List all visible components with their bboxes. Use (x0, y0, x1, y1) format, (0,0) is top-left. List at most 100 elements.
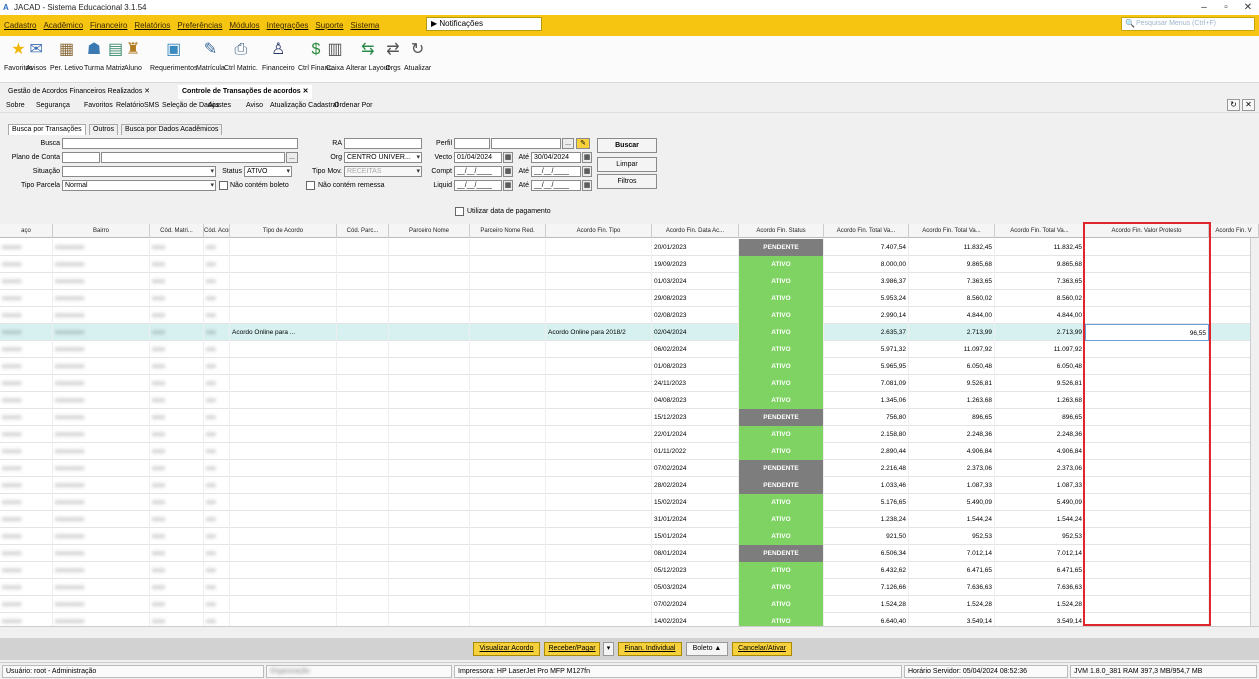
submenu-item[interactable]: SMS (144, 99, 159, 113)
table-row[interactable]: xxxxxx xxxxxxxxx xxxx xxx 14/02/2024 ATIVO 6.6… (0, 613, 1259, 626)
toolbar-group-button[interactable]: ☗ Turma (84, 39, 104, 72)
liquid-to-input[interactable]: __/__/____ (531, 180, 581, 191)
submenu-item[interactable]: Aviso (246, 99, 263, 113)
tipo-mov-select[interactable]: RECEITAS (344, 166, 422, 177)
toolbar-orgs-button[interactable]: ⇄ Orgs (384, 39, 402, 72)
vertical-scrollbar[interactable] (1250, 238, 1259, 626)
notifications-button[interactable]: ▶ Notificações (426, 17, 542, 31)
table-row[interactable]: xxxxxx xxxxxxxxx xxxx xxx 08/01/2024 PENDENTE… (0, 545, 1259, 562)
table-row[interactable]: xxxxxx xxxxxxxxx xxxx xxx 24/11/2023 ATIVO 7.0… (0, 375, 1259, 392)
nao-remessa-checkbox[interactable] (306, 181, 315, 190)
submenu-item[interactable]: Sobre (6, 99, 25, 113)
column-header[interactable]: Acordo Fin. Tipo (546, 224, 652, 238)
tab-controle-transacoes[interactable]: Controle de Transações de acordos ✕ (178, 85, 313, 99)
table-row[interactable]: xxxxxx xxxxxxxxx xxxx xxx 05/03/2024 ATIVO 7.1… (0, 579, 1259, 596)
table-row[interactable]: xxxxxx xxxxxxxxx xxxx xxx 05/12/2023 ATIVO 6.4… (0, 562, 1259, 579)
table-row[interactable]: xxxxxx xxxxxxxxx xxxx xxx 29/08/2023 ATIVO 5.9… (0, 290, 1259, 307)
column-header[interactable]: Acordo Fin. Data Ac... (652, 224, 739, 238)
tipo-parcela-select[interactable]: Normal (62, 180, 216, 191)
liquid-from-input[interactable]: __/__/____ (454, 180, 502, 191)
table-row[interactable]: xxxxxx xxxxxxxxx xxxx xxx 06/02/2024 ATIVO 5.9… (0, 341, 1259, 358)
toolbar-mail-button[interactable]: ✉ Avisos (26, 39, 47, 72)
minimize-icon[interactable]: – (1193, 0, 1215, 15)
column-header[interactable]: Parceiro Nome (389, 224, 470, 238)
menu-cadastro[interactable]: Cadastro (4, 21, 36, 30)
column-header[interactable]: Tipo de Acordo (230, 224, 337, 238)
toolbar-finance-button[interactable]: ♙ Financeiro (262, 39, 295, 72)
table-row[interactable]: xxxxxx xxxxxxxxx xxxx xxx 07/02/2024 ATIVO 1.5… (0, 596, 1259, 613)
submenu-item[interactable]: Ordenar Por (334, 99, 373, 113)
boleto-button[interactable]: Boleto ▲ (686, 642, 728, 656)
table-row[interactable]: xxxxxx xxxxxxxxx xxxx xxx 20/01/2023 PENDENTE… (0, 239, 1259, 256)
table-row[interactable]: xxxxxx xxxxxxxxx xxxx xxx Acordo Online para… (0, 324, 1259, 341)
toolbar-enroll-button[interactable]: ✎ Matrícula (196, 39, 225, 72)
table-row[interactable]: xxxxxx xxxxxxxxx xxxx xxx 19/09/2023 ATIVO 8.0… (0, 256, 1259, 273)
toolbar-cashier-button[interactable]: ▥ Caixa (326, 39, 344, 72)
table-row[interactable]: xxxxxx xxxxxxxxx xxxx xxx 28/02/2024 PENDENTE… (0, 477, 1259, 494)
calendar-icon[interactable]: ▦ (503, 166, 513, 177)
toolbar-control-button[interactable]: ⎙ Ctrl Matric. (224, 39, 258, 72)
utilizar-pagamento-checkbox[interactable] (455, 207, 464, 216)
column-header[interactable]: Acordo Fin. Total Va... (909, 224, 995, 238)
column-header[interactable]: Acordo Fin. Status (739, 224, 824, 238)
column-header[interactable]: Acordo Fin. Valor Protesto (1085, 224, 1209, 238)
calendar-icon[interactable]: ▦ (503, 152, 513, 163)
receber-pagar-button[interactable]: Receber/Pagar (544, 642, 600, 656)
submenu-item[interactable]: Segurança (36, 99, 70, 113)
search-menu-input[interactable]: 🔍 Pesquisar Menus (Ctrl+F) (1121, 17, 1255, 31)
menu-integracoes[interactable]: Integrações (267, 21, 309, 30)
calendar-icon[interactable]: ▦ (582, 180, 592, 191)
limpar-button[interactable]: Limpar (597, 157, 657, 172)
compt-from-input[interactable]: __/__/____ (454, 166, 502, 177)
tab-busca-transacoes[interactable]: Busca por Transações (8, 124, 86, 135)
close-icon[interactable]: ✕ (1237, 0, 1259, 15)
table-row[interactable]: xxxxxx xxxxxxxxx xxxx xxx 15/02/2024 ATIVO 5.1… (0, 494, 1259, 511)
calendar-icon[interactable]: ▦ (503, 180, 513, 191)
column-header[interactable]: aço (0, 224, 53, 238)
cancelar-ativar-button[interactable]: Cancelar/Ativar (732, 642, 792, 656)
busca-input[interactable] (62, 138, 298, 149)
buscar-button[interactable]: Buscar (597, 138, 657, 153)
submenu-item[interactable]: Favoritos (84, 99, 113, 113)
vecto-to-input[interactable]: 30/04/2024 (531, 152, 581, 163)
column-header[interactable]: Acordo Fin. Total Va... (995, 224, 1085, 238)
calendar-icon[interactable]: ▦ (582, 166, 592, 177)
visualizar-acordo-button[interactable]: Visualizar Acordo (473, 642, 540, 656)
table-row[interactable]: xxxxxx xxxxxxxxx xxxx xxx 15/12/2023 PENDENTE… (0, 409, 1259, 426)
table-row[interactable]: xxxxxx xxxxxxxxx xxxx xxx 02/08/2023 ATIVO 2.9… (0, 307, 1259, 324)
maximize-icon[interactable]: ▫ (1215, 0, 1237, 15)
table-row[interactable]: xxxxxx xxxxxxxxx xxxx xxx 01/08/2023 ATIVO 5.9… (0, 358, 1259, 375)
menu-relatorios[interactable]: Relatórios (134, 21, 170, 30)
org-select[interactable]: CENTRO UNIVER... (344, 152, 422, 163)
ra-input[interactable] (344, 138, 422, 149)
status-select[interactable]: ATIVO (244, 166, 292, 177)
table-row[interactable]: xxxxxx xxxxxxxxx xxxx xxx 04/08/2023 ATIVO 1.3… (0, 392, 1259, 409)
horizontal-scrollbar[interactable] (0, 626, 1259, 636)
perfil-code-input[interactable] (454, 138, 490, 149)
toolbar-student-button[interactable]: ♜ Aluno (124, 39, 142, 72)
compt-to-input[interactable]: __/__/____ (531, 166, 581, 177)
column-header[interactable]: Cód. Parc... (337, 224, 389, 238)
menu-sistema[interactable]: Sistema (350, 21, 379, 30)
perfil-lookup-button[interactable]: ... (562, 138, 574, 149)
menu-suporte[interactable]: Suporte (315, 21, 343, 30)
calendar-icon[interactable]: ▦ (582, 152, 592, 163)
close-tab-icon[interactable]: ✕ (1242, 99, 1255, 111)
plano-conta-code-input[interactable] (62, 152, 100, 163)
column-header[interactable]: Parceiro Nome Red. (470, 224, 546, 238)
menu-financeiro[interactable]: Financeiro (90, 21, 127, 30)
table-row[interactable]: xxxxxx xxxxxxxxx xxxx xxx 01/11/2022 ATIVO 2.8… (0, 443, 1259, 460)
toolbar-calendar-button[interactable]: ▦ Per. Letivo (50, 39, 83, 72)
receber-pagar-dropdown[interactable]: ▾ (603, 642, 614, 656)
filtros-button[interactable]: Filtros (597, 174, 657, 189)
column-header[interactable]: Acordo Fin. V (1209, 224, 1259, 238)
submenu-item[interactable]: Ajustes (208, 99, 231, 113)
perfil-input[interactable] (491, 138, 561, 149)
vecto-from-input[interactable]: 01/04/2024 (454, 152, 502, 163)
nao-boleto-checkbox[interactable] (219, 181, 228, 190)
column-header[interactable]: Cód. Acor... (204, 224, 230, 238)
table-row[interactable]: xxxxxx xxxxxxxxx xxxx xxx 01/03/2024 ATIVO 3.9… (0, 273, 1259, 290)
column-header[interactable]: Bairro (53, 224, 150, 238)
table-row[interactable]: xxxxxx xxxxxxxxx xxxx xxx 31/01/2024 ATIVO 1.2… (0, 511, 1259, 528)
plano-conta-lookup-button[interactable]: ... (286, 152, 298, 163)
